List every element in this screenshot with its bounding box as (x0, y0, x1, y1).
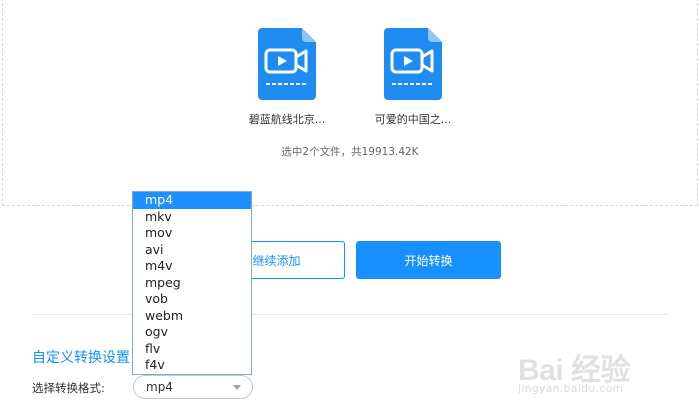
dropdown-option-mp4[interactable]: mp4 (133, 192, 251, 209)
dropdown-option-ogv[interactable]: ogv (133, 324, 251, 341)
format-dropdown-list[interactable]: mp4 mkv mov avi m4v mpeg vob webm ogv flv f4v (132, 191, 252, 375)
settings-title: 自定义转换设置 (32, 350, 130, 366)
dropdown-option-mpeg[interactable]: mpeg (133, 275, 251, 292)
video-file-icon (258, 28, 316, 100)
start-convert-button[interactable]: 开始转换 (356, 241, 501, 279)
dropdown-option-flv[interactable]: flv (133, 341, 251, 358)
divider (32, 314, 668, 315)
dropdown-option-mov[interactable]: mov (133, 225, 251, 242)
format-select-value: mp4 (146, 380, 173, 394)
dropdown-option-webm[interactable]: webm (133, 308, 251, 325)
format-select[interactable]: mp4 (133, 375, 253, 399)
dropdown-option-m4v[interactable]: m4v (133, 258, 251, 275)
file-drop-area[interactable] (2, 0, 698, 206)
dropdown-option-avi[interactable]: avi (133, 242, 251, 259)
file-item-2[interactable]: 可爱的中国之... (358, 28, 468, 127)
file-item-1[interactable]: 碧蓝航线北京... (232, 28, 342, 127)
selection-summary: 选中2个文件，共19913.42K (281, 146, 419, 158)
file-name: 可爱的中国之... (374, 113, 452, 126)
watermark-url: jingyan.baidu.com (518, 383, 624, 395)
file-name: 碧蓝航线北京... (248, 113, 326, 126)
dropdown-option-f4v[interactable]: f4v (133, 357, 251, 374)
dropdown-option-vob[interactable]: vob (133, 291, 251, 308)
format-label: 选择转换格式: (32, 381, 105, 395)
video-file-icon (384, 28, 442, 100)
chevron-down-icon[interactable] (233, 385, 241, 390)
baidu-jingyan-watermark: Bai 经验 jingyan.baidu.com (518, 345, 688, 409)
dropdown-option-mkv[interactable]: mkv (133, 209, 251, 226)
